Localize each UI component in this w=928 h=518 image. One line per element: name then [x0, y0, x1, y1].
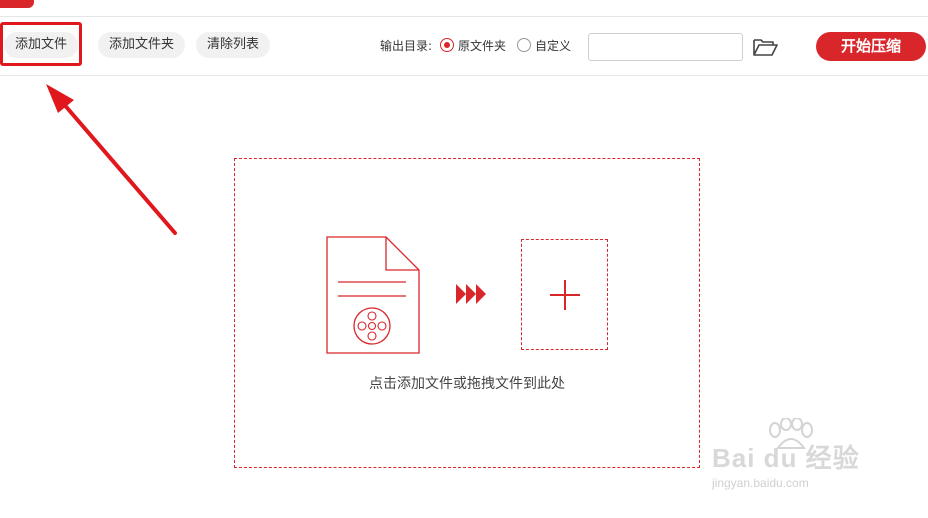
output-dir-label: 输出目录:: [380, 39, 433, 53]
add-folder-button[interactable]: 添加文件夹: [98, 32, 186, 58]
watermark-url: jingyan.baidu.com: [712, 476, 809, 490]
radio-custom[interactable]: [517, 38, 531, 52]
clear-list-button[interactable]: 清除列表: [196, 32, 271, 58]
add-file-box[interactable]: [521, 239, 608, 350]
paw-logo-icon: [769, 418, 813, 449]
baidu-watermark: Bai du 经验 jingyan.baidu.com: [708, 418, 888, 498]
video-file-icon: [326, 236, 420, 354]
plus-icon: [550, 280, 580, 310]
triple-chevron-right-icon: [456, 284, 486, 304]
watermark-brand: Bai du 经验: [712, 443, 860, 473]
app-logo: [0, 0, 34, 8]
drop-hint-text: 点击添加文件或拖拽文件到此处: [369, 376, 565, 392]
radio-original-folder-label[interactable]: 原文件夹: [458, 37, 506, 54]
file-drop-zone[interactable]: 点击添加文件或拖拽文件到此处: [234, 158, 700, 468]
output-path-input[interactable]: [588, 33, 743, 61]
add-file-button[interactable]: 添加文件: [4, 32, 79, 58]
start-compress-button[interactable]: 开始压缩: [816, 32, 926, 61]
title-bar: [0, 0, 928, 17]
radio-custom-label[interactable]: 自定义: [535, 37, 571, 54]
radio-original-folder[interactable]: [440, 38, 454, 52]
toolbar: 添加文件 添加文件夹 清除列表 输出目录: 原文件夹 自定义 开始压缩: [0, 17, 928, 76]
folder-open-icon[interactable]: [752, 37, 778, 57]
